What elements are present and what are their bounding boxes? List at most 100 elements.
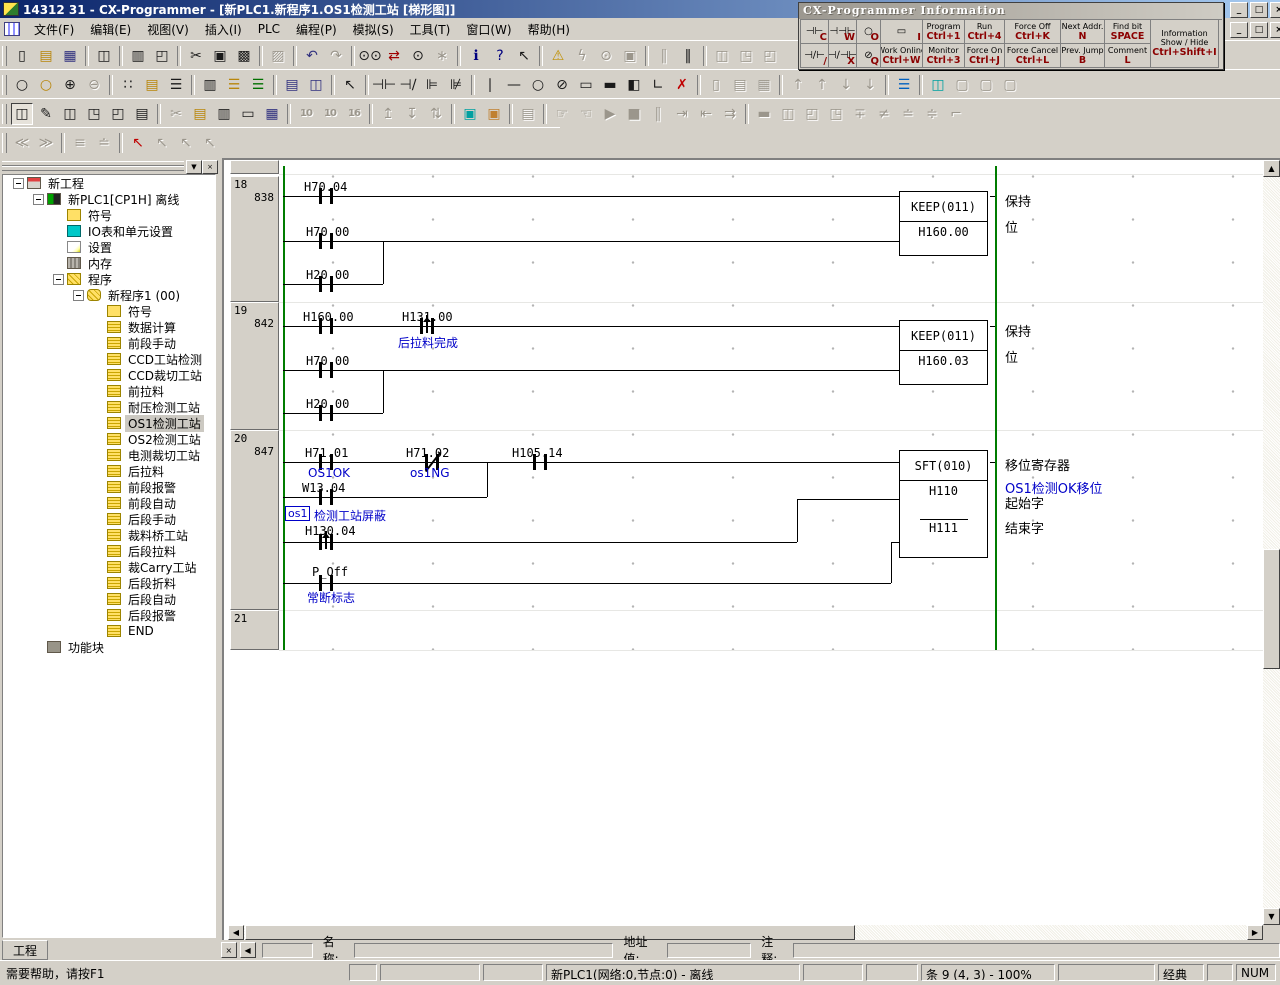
tree-item-sec-front-manual[interactable]: 前段手动 <box>3 335 215 351</box>
transfer-to-plc-button[interactable]: ↥ <box>377 103 399 125</box>
section-cut-button[interactable]: ✂ <box>165 103 187 125</box>
child-close-button[interactable]: × <box>1270 22 1280 38</box>
workspace-close-icon[interactable]: × <box>202 160 218 174</box>
differential-monitor-button[interactable]: ▯ <box>705 74 727 96</box>
operand-label[interactable]: H130.04 <box>305 524 356 538</box>
new-horizontal-line-button[interactable]: — <box>503 74 525 96</box>
scroll-up-icon[interactable]: ▲ <box>1263 160 1280 177</box>
plc-monitor-button[interactable]: ◫ <box>927 74 949 96</box>
new-or-closed-contact-button[interactable]: ⊯ <box>445 74 467 96</box>
transfer-options-button[interactable]: ▣ <box>619 45 641 67</box>
step-in-button[interactable]: ⇤ <box>695 103 717 125</box>
tree-item-new-plc1[interactable]: 新PLC1[CP1H] 离线 <box>3 191 215 207</box>
zoom-in-button[interactable]: ⊕ <box>59 74 81 96</box>
section-comment-button[interactable]: ▤ <box>189 103 211 125</box>
tree-item-settings[interactable]: 设置 <box>3 239 215 255</box>
tree-item-function-blocks[interactable]: 功能块 <box>3 639 215 655</box>
delete-rung-button[interactable]: ✗ <box>671 74 693 96</box>
operand-label[interactable]: H20.00 <box>306 397 349 411</box>
minimize-button[interactable]: _ <box>1230 2 1248 18</box>
online-edit-begin-button[interactable]: ▬ <box>753 103 775 125</box>
symbol-bar-close-icon[interactable]: × <box>221 942 237 958</box>
workspace-grip[interactable] <box>2 166 184 171</box>
tree-item-sec-ccd-station-test[interactable]: CCD工站检测 <box>3 351 215 367</box>
toolbar-grip[interactable] <box>2 104 7 124</box>
new-closed-contact-button[interactable]: ⊣∕ <box>397 74 419 96</box>
new-inverted-instruction-button[interactable]: ▬ <box>599 74 621 96</box>
comment-input[interactable] <box>793 943 1280 958</box>
show-io-comments-button[interactable]: ▥ <box>199 74 221 96</box>
context-help-button[interactable]: ↖ <box>513 45 535 67</box>
tree-item-sec-end[interactable]: END <box>3 623 215 639</box>
operand-label[interactable]: H131.00 <box>402 310 453 324</box>
symbol-type-box[interactable] <box>262 943 313 958</box>
tree-item-sec-rear-pull-2[interactable]: 后段拉料 <box>3 543 215 559</box>
work-online-button[interactable]: ▣ <box>459 103 481 125</box>
child-minimize-button[interactable]: _ <box>1230 22 1248 38</box>
save-project-button[interactable]: ▦ <box>59 45 81 67</box>
indent-wider-button[interactable]: ≫ <box>35 132 57 154</box>
paste-attributes-button[interactable]: ▨ <box>267 45 289 67</box>
new-function-block-button[interactable]: ◧ <box>623 74 645 96</box>
monitor-update-2-button[interactable]: ≑ <box>921 103 943 125</box>
monitor-x-button[interactable]: ▢ <box>975 74 997 96</box>
zoom-tool-button[interactable]: ○ <box>11 74 33 96</box>
toolbar-grip[interactable] <box>2 46 7 66</box>
local-symbols-button[interactable]: ▭ <box>237 103 259 125</box>
monitor-decimal-button[interactable]: 10 <box>295 103 317 125</box>
monitor-z-button[interactable]: ▢ <box>951 74 973 96</box>
scroll-right-icon[interactable]: ▶ <box>1247 925 1263 940</box>
operand-label[interactable]: W13.04 <box>302 481 345 495</box>
step-run-button[interactable]: ⇥ <box>671 103 693 125</box>
global-symbols-button[interactable]: ▦ <box>261 103 283 125</box>
tree-item-sec-cut-bridge-station[interactable]: 裁料桥工站 <box>3 527 215 543</box>
set-value-up-x-button[interactable]: ↑ <box>811 74 833 96</box>
copy-button[interactable]: ▣ <box>209 45 231 67</box>
select-mode-button[interactable]: ↖ <box>339 74 361 96</box>
open-project-button[interactable]: ▤ <box>35 45 57 67</box>
transfer-from-plc-button[interactable]: ↧ <box>401 103 423 125</box>
workspace-dropdown-icon[interactable]: ▼ <box>186 160 202 174</box>
tree-item-sec-front-pull[interactable]: 前拉料 <box>3 383 215 399</box>
online-edit-release-button[interactable]: ◳ <box>825 103 847 125</box>
set-value-down-v-button[interactable]: ↓ <box>835 74 857 96</box>
menu-program[interactable]: 编程(P) <box>288 18 345 41</box>
tree-item-sec-rear-alarm[interactable]: 后段报警 <box>3 607 215 623</box>
address-reference-button[interactable]: ◰ <box>107 103 129 125</box>
run-simulation-button[interactable]: ▶ <box>599 103 621 125</box>
output-window-button[interactable]: ✎ <box>35 103 57 125</box>
ladder-document-icon[interactable] <box>4 22 20 36</box>
menu-edit[interactable]: 编辑(E) <box>82 18 139 41</box>
set-value-down-0-button[interactable]: ↓ <box>859 74 881 96</box>
compare-with-plc-button[interactable]: ⇅ <box>425 103 447 125</box>
find-button[interactable]: ⊙⊙ <box>359 45 381 67</box>
tree-item-sec-rear-auto[interactable]: 后段自动 <box>3 591 215 607</box>
tree-item-programs[interactable]: 程序 <box>3 271 215 287</box>
rung-18-gutter[interactable]: 18 838 <box>230 176 279 302</box>
keep-instruction-block[interactable]: KEEP(011) H160.03 <box>899 320 988 385</box>
rung-20-gutter[interactable]: 20 847 <box>230 430 279 610</box>
zoom-custom-button[interactable]: ○ <box>35 74 57 96</box>
new-contact-button[interactable]: ⊣⊢ <box>373 74 395 96</box>
cut-button[interactable]: ✂ <box>185 45 207 67</box>
new-or-contact-button[interactable]: ⊫ <box>421 74 443 96</box>
tree-item-sec-withstand-test-station[interactable]: 耐压检测工站 <box>3 399 215 415</box>
operand-label[interactable]: H160.00 <box>303 310 354 324</box>
close-button[interactable]: × <box>1270 2 1280 18</box>
window-tile-h-button[interactable]: ◳ <box>735 45 757 67</box>
tree-expander-icon[interactable] <box>71 287 87 303</box>
monitor-hex-button[interactable]: 16 <box>343 103 365 125</box>
sft-instruction-block[interactable]: SFT(010) H110 H111 <box>899 450 988 558</box>
data-trace-button[interactable]: ▤ <box>517 103 539 125</box>
select-error-button[interactable]: ↖ <box>127 132 149 154</box>
toolbar-grip[interactable] <box>2 75 7 95</box>
monitor-v-button[interactable]: ▢ <box>999 74 1021 96</box>
online-edit-cancel-button[interactable]: ◰ <box>801 103 823 125</box>
stop-simulation-button[interactable]: ■ <box>623 103 645 125</box>
new-line-end-button[interactable]: ∟ <box>647 74 669 96</box>
menu-view[interactable]: 视图(V) <box>139 18 197 41</box>
new-coil-button[interactable]: ○ <box>527 74 549 96</box>
pause-simulation-button[interactable]: ‖ <box>647 103 669 125</box>
watch-tree-button[interactable]: ☰ <box>893 74 915 96</box>
tree-item-sec-os1-test-station[interactable]: OS1检测工站 <box>3 415 215 431</box>
